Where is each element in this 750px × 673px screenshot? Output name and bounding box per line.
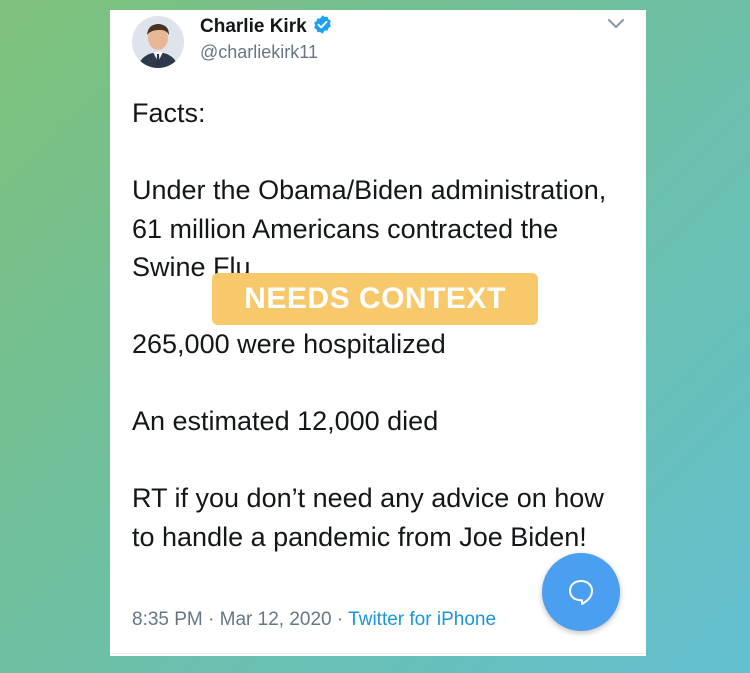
avatar[interactable] [132,16,184,68]
speech-bubble-icon [569,580,593,605]
display-name[interactable]: Charlie Kirk [200,14,333,42]
tweet-paragraph: Under the Obama/Biden administration, 61… [132,175,607,282]
display-name-text: Charlie Kirk [200,16,307,37]
user-handle[interactable]: @charliekirk11 [200,41,318,63]
tweet-paragraph: RT if you don’t need any advice on how t… [132,483,604,552]
chevron-down-icon[interactable] [605,14,627,32]
tweet-time[interactable]: 8:35 PM [132,609,203,630]
tweet-text: Facts: Under the Obama/Biden administrat… [132,94,622,556]
tweet-paragraph: Facts: [132,98,206,128]
tweet-paragraph: An estimated 12,000 died [132,406,439,436]
tweet-date[interactable]: Mar 12, 2020 [220,609,332,630]
avatar-image [132,16,184,68]
tweet-paragraph: 265,000 were hospitalized [132,329,446,359]
divider [110,653,646,654]
tweet-metadata: 8:35 PM · Mar 12, 2020 · Twitter for iPh… [132,608,496,632]
reply-fab-button[interactable] [542,553,620,631]
meta-separator: · [336,609,344,630]
meta-separator: · [208,609,215,630]
verified-badge-icon [312,14,333,42]
needs-context-label: NEEDS CONTEXT [212,273,538,325]
tweet-source-link[interactable]: Twitter for iPhone [348,609,496,630]
